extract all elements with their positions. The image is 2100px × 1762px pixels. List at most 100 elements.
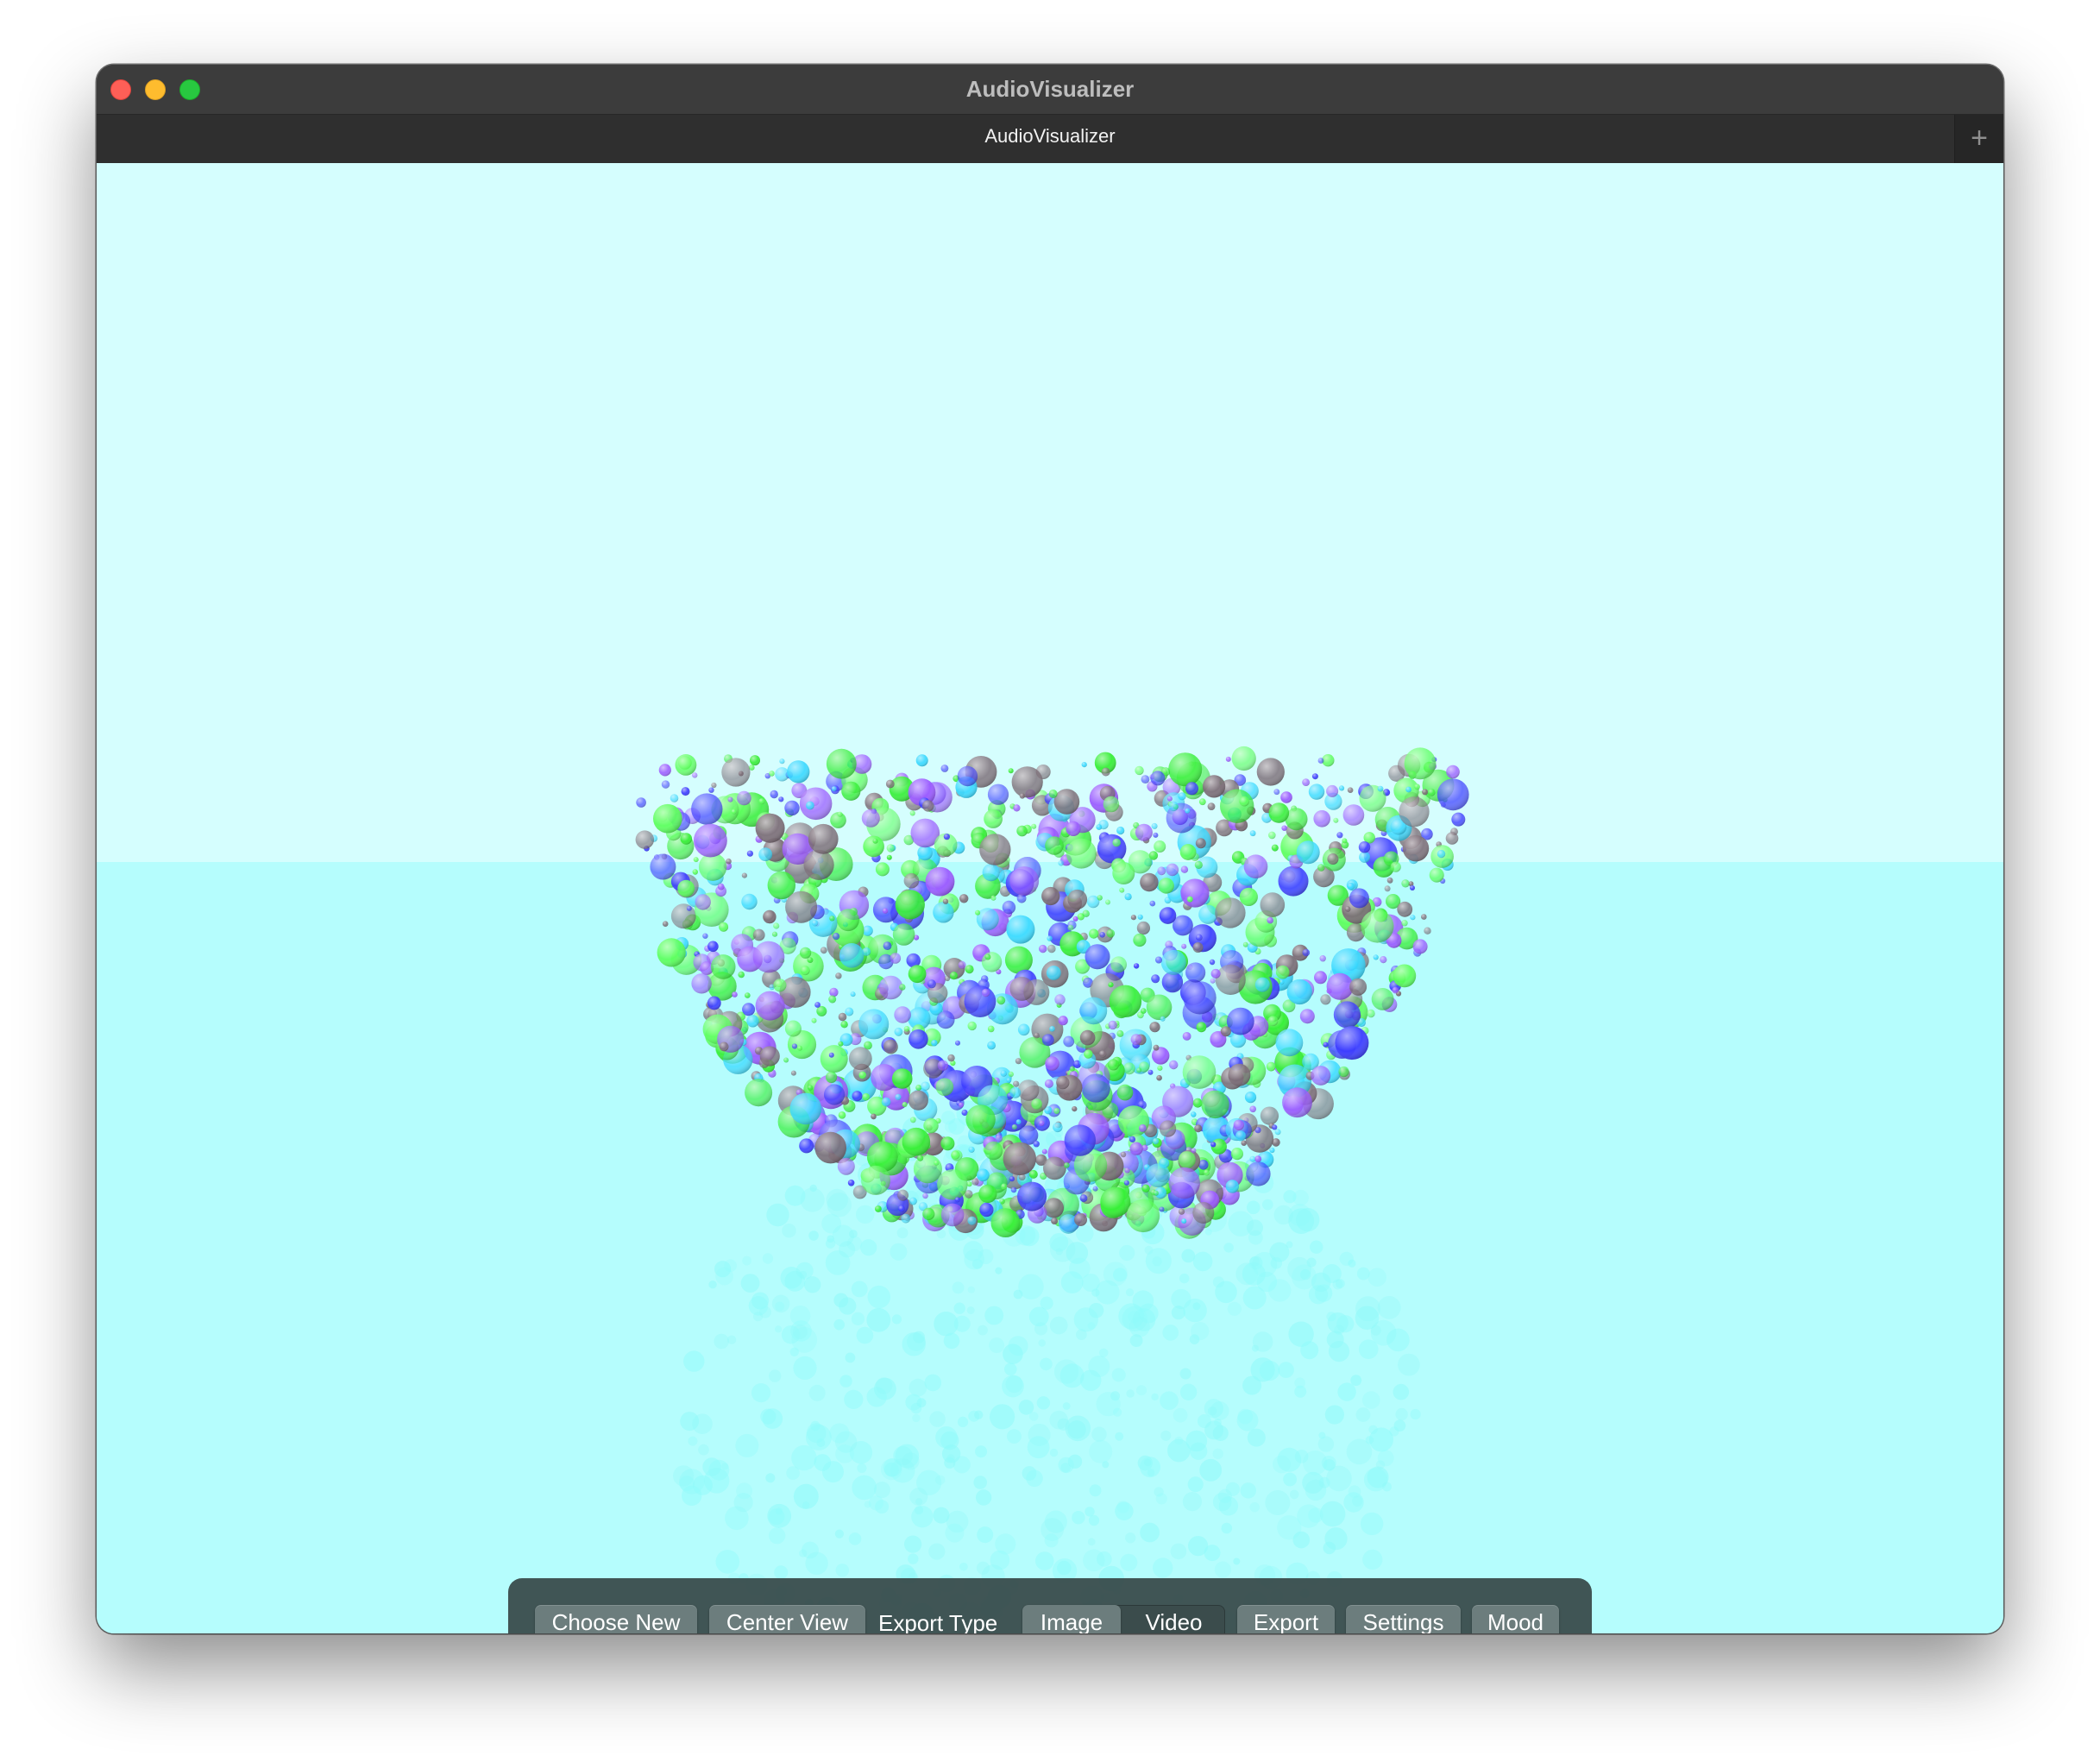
reflection-particle [1076, 1329, 1087, 1340]
particle [1101, 767, 1110, 777]
particle [1367, 1009, 1375, 1018]
reflection-particle [1323, 1459, 1336, 1471]
particle [758, 798, 765, 805]
particle [1267, 1016, 1279, 1027]
particle [1342, 838, 1348, 844]
particle [1314, 971, 1327, 985]
particle [1401, 879, 1410, 888]
reflection-particle [1382, 1482, 1392, 1492]
particle [1049, 1026, 1055, 1032]
reflection-particle [1007, 1429, 1022, 1444]
particle [984, 1141, 1003, 1161]
particle [1129, 1136, 1136, 1142]
particle [1107, 1059, 1120, 1071]
particle [1335, 1026, 1369, 1060]
particle-scene[interactable] [97, 163, 2003, 1633]
particle [1246, 1161, 1271, 1186]
settings-button[interactable]: Settings [1346, 1605, 1461, 1633]
particle [1045, 836, 1064, 855]
particle [861, 1165, 890, 1195]
particle [981, 988, 990, 997]
particle [702, 933, 708, 939]
reflection-particle [1317, 1436, 1335, 1452]
reflection-particle [1328, 1341, 1350, 1362]
particle [1182, 1055, 1217, 1089]
reflection-particle [1228, 1211, 1254, 1237]
particle [1153, 1044, 1160, 1051]
particle [1192, 1202, 1215, 1224]
particle [927, 979, 936, 989]
reflection-particle [1248, 1230, 1263, 1245]
particle [944, 975, 951, 982]
reflection-particle [1154, 1487, 1164, 1497]
particle [1079, 1029, 1096, 1046]
reflection-particle [1089, 1439, 1113, 1463]
reflection-particle [1036, 1396, 1051, 1410]
reflection-particle [909, 1378, 927, 1397]
particle [692, 772, 698, 778]
particle [1280, 791, 1292, 803]
visualizer-viewport[interactable]: Choose New Center View Export Type Image… [97, 163, 2003, 1633]
particle [1009, 866, 1040, 896]
particle [1039, 1120, 1045, 1126]
add-tab-button[interactable]: + [1954, 115, 2003, 163]
particle [1151, 974, 1160, 984]
reflection-particle [943, 1332, 960, 1350]
particle [1220, 1026, 1231, 1037]
reflection-particle [692, 1413, 713, 1434]
particle [835, 972, 842, 979]
particle [1311, 1066, 1331, 1086]
reflection-particle [1057, 1560, 1072, 1576]
particle [1196, 1022, 1207, 1033]
particle [745, 1079, 773, 1107]
export-type-video-option[interactable]: Video [1122, 1605, 1225, 1633]
reflection-particle [808, 1230, 819, 1241]
export-type-image-option[interactable]: Image [1022, 1605, 1121, 1633]
particle [1001, 1183, 1008, 1190]
particle [681, 787, 690, 796]
particle [1242, 941, 1248, 947]
reflection-particle [760, 1408, 776, 1425]
mood-button[interactable]: Mood [1472, 1605, 1559, 1633]
particle [1228, 1063, 1251, 1086]
particle [1336, 832, 1343, 839]
particle [1204, 1169, 1210, 1176]
choose-new-button[interactable]: Choose New [535, 1605, 697, 1633]
title-bar[interactable]: AudioVisualizer [97, 65, 2003, 114]
particle [937, 1169, 968, 1200]
particle [799, 1138, 814, 1154]
reflection-particle [775, 1301, 785, 1312]
particle [981, 952, 1003, 972]
particle [1349, 978, 1368, 996]
particle [968, 1146, 975, 1153]
center-view-button[interactable]: Center View [709, 1605, 865, 1633]
export-button[interactable]: Export [1237, 1605, 1335, 1633]
particle [1141, 1184, 1150, 1193]
particle [875, 1205, 882, 1212]
particle [975, 909, 981, 916]
reflection-particle [1249, 1502, 1260, 1513]
particle [1017, 1023, 1030, 1036]
particle [923, 1117, 939, 1134]
particle [1220, 789, 1254, 823]
reflection-particle [912, 1413, 921, 1423]
particle [1124, 893, 1132, 901]
particle [1198, 798, 1206, 806]
reflection-particle [751, 1383, 771, 1403]
reflection-particle [1292, 1189, 1309, 1206]
plus-icon: + [1971, 122, 1988, 154]
reflection-particle [715, 1267, 733, 1286]
particle [1044, 1079, 1053, 1088]
reflection-particle [833, 1293, 849, 1308]
particle [1053, 789, 1080, 815]
particle [872, 838, 878, 844]
particle [1079, 997, 1108, 1025]
particle [1158, 878, 1174, 894]
reflection-particle [977, 1526, 994, 1544]
particle [1097, 895, 1103, 901]
particle [1006, 915, 1035, 944]
particle [1085, 944, 1110, 970]
particle [1159, 1206, 1165, 1212]
reflection-particle [975, 1489, 992, 1506]
tab-audiovisualizer[interactable]: AudioVisualizer [148, 125, 1952, 148]
